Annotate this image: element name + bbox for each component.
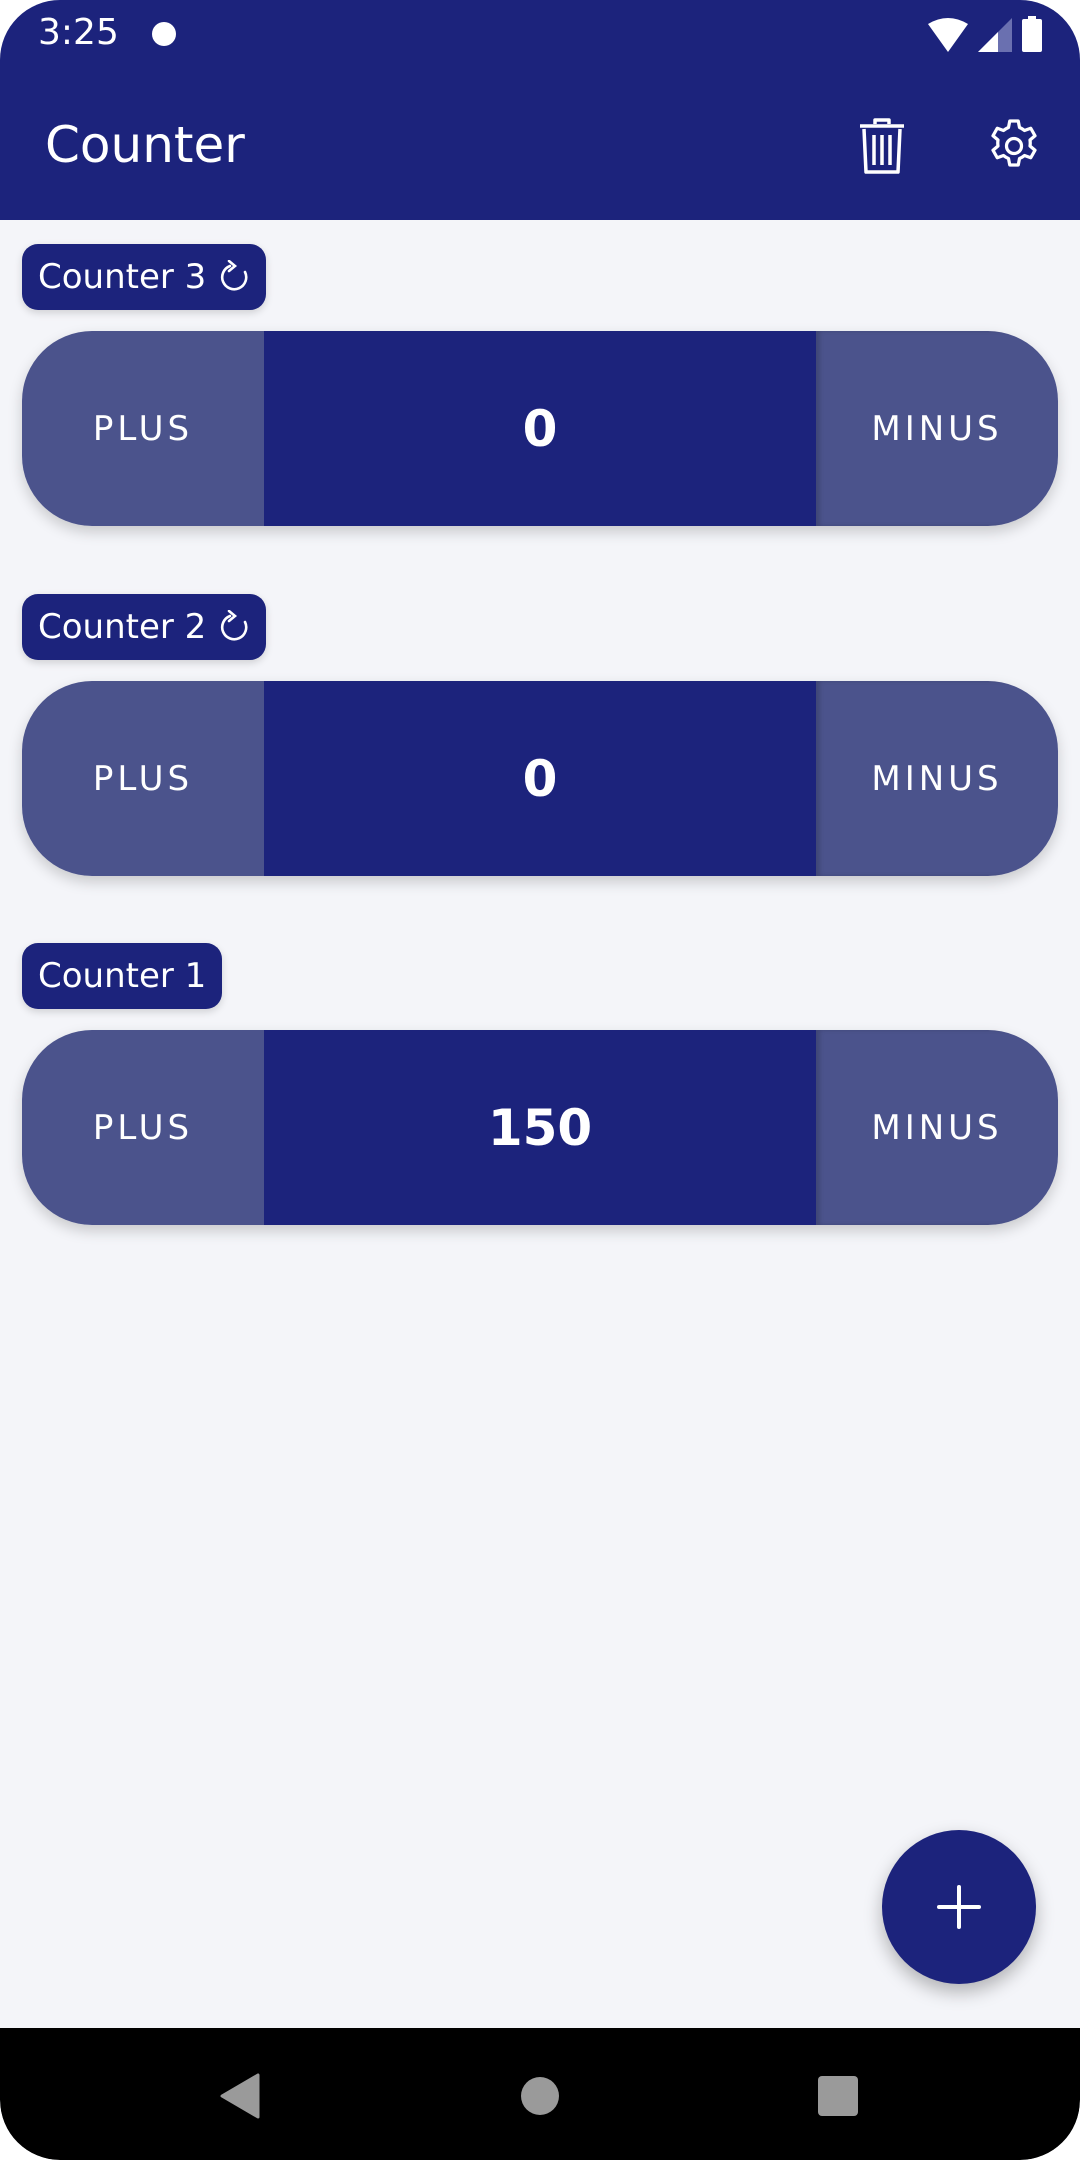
delete-button[interactable] xyxy=(850,114,914,178)
status-bar: 3:25 xyxy=(0,0,1080,70)
trash-icon xyxy=(860,118,904,174)
minus-button[interactable]: MINUS xyxy=(816,1030,1058,1225)
plus-button[interactable]: PLUS xyxy=(22,1030,264,1225)
back-button[interactable] xyxy=(210,2066,270,2126)
counter-name: Counter 2 xyxy=(38,607,207,647)
app-title: Counter xyxy=(45,116,245,174)
counter-value: 150 xyxy=(264,1030,816,1225)
settings-button[interactable] xyxy=(982,114,1046,178)
battery-icon xyxy=(1022,16,1042,52)
reset-icon[interactable] xyxy=(220,260,250,294)
gear-icon xyxy=(991,119,1037,167)
recents-button[interactable] xyxy=(808,2066,868,2126)
reset-icon[interactable] xyxy=(220,610,250,644)
status-time: 3:25 xyxy=(38,12,119,53)
home-icon xyxy=(521,2077,559,2115)
back-icon xyxy=(220,2073,260,2119)
wifi-icon xyxy=(928,18,968,52)
add-counter-button[interactable] xyxy=(882,1830,1036,1984)
minus-button[interactable]: MINUS xyxy=(816,681,1058,876)
counter-control: PLUS 150 MINUS xyxy=(22,1030,1058,1225)
phone-screen: 3:25 Counter Counter 3 PLUS 0 MINUS Coun… xyxy=(0,0,1080,2160)
recents-icon xyxy=(818,2076,858,2116)
counter-label[interactable]: Counter 2 xyxy=(22,594,267,660)
counter-control: PLUS 0 MINUS xyxy=(22,331,1058,526)
counter-value: 0 xyxy=(264,331,816,526)
counter-label[interactable]: Counter 1 xyxy=(22,943,223,1009)
counter-name: Counter 3 xyxy=(38,257,207,297)
counter-value: 0 xyxy=(264,681,816,876)
counter-label[interactable]: Counter 3 xyxy=(22,244,267,310)
notification-dot-icon xyxy=(152,22,176,46)
home-button[interactable] xyxy=(510,2066,570,2126)
app-bar: Counter xyxy=(0,70,1080,220)
counter-control: PLUS 0 MINUS xyxy=(22,681,1058,876)
counter-name: Counter 1 xyxy=(38,956,207,996)
plus-button[interactable]: PLUS xyxy=(22,681,264,876)
cellular-signal-icon xyxy=(978,18,1012,52)
navigation-bar xyxy=(0,2028,1080,2160)
minus-button[interactable]: MINUS xyxy=(816,331,1058,526)
counter-list: Counter 3 PLUS 0 MINUS Counter 2 PLUS 0 … xyxy=(0,220,1080,2028)
plus-icon xyxy=(937,1885,981,1929)
status-icons xyxy=(928,16,1042,52)
plus-button[interactable]: PLUS xyxy=(22,331,264,526)
